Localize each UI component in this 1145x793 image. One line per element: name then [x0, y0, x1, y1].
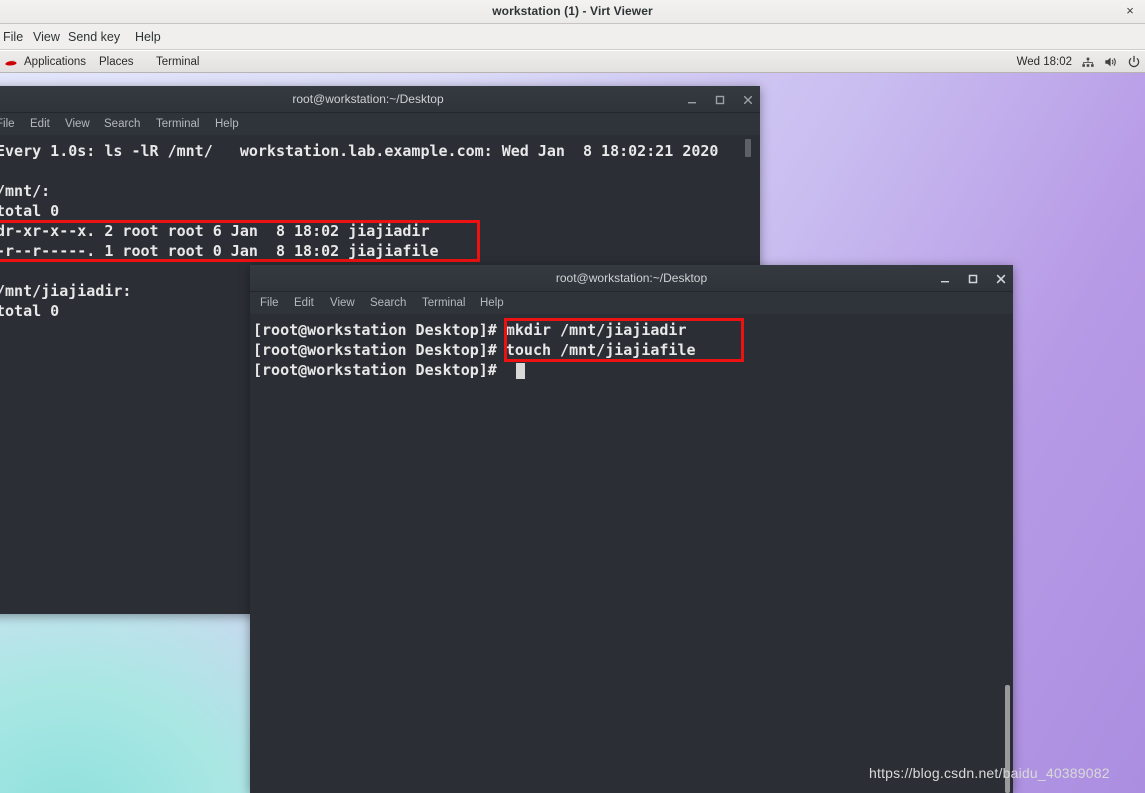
terminal-shell-menu-search[interactable]: Search — [370, 292, 406, 314]
maximize-button[interactable] — [967, 273, 979, 285]
terminal-watch-line-3: total 0 — [0, 202, 60, 220]
power-icon[interactable] — [1127, 55, 1141, 69]
panel-item-places[interactable]: Places — [99, 51, 134, 73]
close-button[interactable] — [995, 273, 1007, 285]
terminal-shell-menu-terminal[interactable]: Terminal — [422, 292, 465, 314]
terminal-watch-menu-file[interactable]: File — [0, 113, 15, 135]
terminal-watch-line-4: dr-xr-x--x. 2 root root 6 Jan 8 18:02 ji… — [0, 222, 430, 240]
terminal-watch-window-buttons — [686, 86, 754, 113]
terminal-shell-menu-file[interactable]: File — [260, 292, 279, 314]
terminal-shell-row-2: [root@workstation Desktop]# — [253, 360, 506, 380]
menu-item-send-key[interactable]: Send key — [61, 24, 127, 50]
panel-clock[interactable]: Wed 18:02 — [1017, 56, 1072, 68]
terminal-watch-titlebar[interactable]: root@workstation:~/Desktop — [0, 86, 760, 113]
terminal-cursor — [516, 363, 525, 379]
terminal-watch-menu-help[interactable]: Help — [215, 113, 239, 135]
watermark-text: https://blog.csdn.net/baidu_40389082 — [869, 765, 1110, 781]
maximize-button[interactable] — [714, 94, 726, 106]
virt-viewer-title: workstation (1) - Virt Viewer — [492, 4, 653, 18]
screen-root: workstation (1) - Virt Viewer × File Vie… — [0, 0, 1145, 793]
terminal-watch-line-8: total 0 — [0, 302, 60, 320]
terminal-window-shell[interactable]: root@workstation:~/Desktop File Edit Vie… — [250, 265, 1013, 793]
panel-item-terminal[interactable]: Terminal — [156, 51, 199, 73]
terminal-shell-titlebar[interactable]: root@workstation:~/Desktop — [250, 265, 1013, 292]
terminal-shell-row-1: [root@workstation Desktop]# touch /mnt/j… — [253, 340, 696, 360]
terminal-shell-body[interactable]: [root@workstation Desktop]# mkdir /mnt/j… — [250, 314, 1013, 793]
minimize-button[interactable] — [686, 94, 698, 106]
terminal-watch-menu-view[interactable]: View — [65, 113, 90, 135]
red-hat-logo — [5, 60, 17, 66]
panel-tray: Wed 18:02 — [1017, 51, 1141, 73]
terminal-watch-cursor — [745, 139, 751, 157]
shell-prompt: [root@workstation Desktop]# — [253, 341, 497, 359]
terminal-watch-menubar: File Edit View Search Terminal Help — [0, 113, 760, 135]
volume-icon[interactable] — [1104, 55, 1118, 69]
terminal-shell-title: root@workstation:~/Desktop — [555, 271, 708, 285]
close-icon[interactable]: × — [1122, 3, 1138, 19]
terminal-watch-menu-terminal[interactable]: Terminal — [156, 113, 199, 135]
shell-prompt: [root@workstation Desktop]# — [253, 361, 497, 379]
virt-viewer-titlebar: workstation (1) - Virt Viewer × — [0, 0, 1145, 24]
terminal-watch-menu-edit[interactable]: Edit — [30, 113, 50, 135]
panel-item-applications[interactable]: Applications — [24, 51, 86, 73]
terminal-watch-line-5: -r--r-----. 1 root root 0 Jan 8 18:02 ji… — [0, 242, 439, 260]
close-button[interactable] — [742, 94, 754, 106]
shell-prompt: [root@workstation Desktop]# — [253, 321, 497, 339]
terminal-watch-line-7: /mnt/jiajiadir: — [0, 282, 132, 300]
terminal-shell-row-0: [root@workstation Desktop]# mkdir /mnt/j… — [253, 320, 687, 340]
shell-command: touch /mnt/jiajiafile — [496, 341, 696, 359]
terminal-watch-title: root@workstation:~/Desktop — [292, 92, 444, 106]
network-icon[interactable] — [1081, 55, 1095, 69]
terminal-watch-menu-search[interactable]: Search — [104, 113, 140, 135]
shell-command: mkdir /mnt/jiajiadir — [496, 321, 687, 339]
minimize-button[interactable] — [939, 273, 951, 285]
menu-item-help[interactable]: Help — [128, 24, 168, 50]
terminal-shell-menubar: File Edit View Search Terminal Help — [250, 292, 1013, 314]
gnome-top-panel: Applications Places Terminal Wed 18:02 — [0, 51, 1145, 73]
terminal-watch-line-2: /mnt/: — [0, 182, 51, 200]
terminal-watch-line-0: Every 1.0s: ls -lR /mnt/ workstation.lab… — [0, 142, 719, 160]
terminal-shell-menu-help[interactable]: Help — [480, 292, 504, 314]
terminal-shell-window-buttons — [939, 265, 1007, 292]
virt-viewer-menubar: File View Send key Help — [0, 24, 1145, 50]
terminal-shell-menu-view[interactable]: View — [330, 292, 355, 314]
terminal-shell-menu-edit[interactable]: Edit — [294, 292, 314, 314]
shell-command — [497, 361, 506, 379]
